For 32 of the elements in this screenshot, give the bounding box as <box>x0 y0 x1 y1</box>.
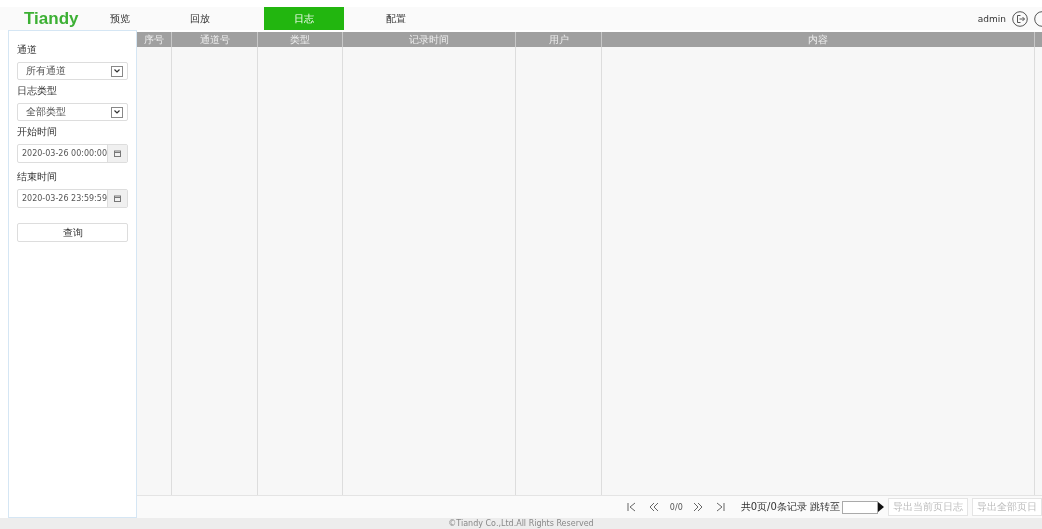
last-page-button[interactable] <box>714 501 727 513</box>
filter-label: 结束时间 <box>17 170 58 184</box>
query-button[interactable]: 查询 <box>17 223 128 242</box>
logout-icon[interactable] <box>1012 10 1028 27</box>
copyright-text: ©Tiandy Co.,Ltd.All Rights Reserved <box>448 519 594 528</box>
select-field[interactable]: 所有通道 <box>17 62 128 80</box>
calendar-icon <box>114 150 121 157</box>
filter-label: 通道 <box>17 43 38 57</box>
go-button[interactable] <box>878 502 884 512</box>
page-input[interactable] <box>842 500 878 514</box>
date-field[interactable]: 2020-03-26 00:00:00 <box>17 144 128 163</box>
nav-tab[interactable]: 回放 <box>184 7 264 30</box>
logo: Tiandy <box>24 7 80 30</box>
select-field[interactable]: 全部类型 <box>17 103 128 121</box>
caret-icon <box>111 106 123 118</box>
nav-tab[interactable]: 配置 <box>380 7 460 30</box>
first-icon <box>626 502 638 512</box>
first-page-button[interactable] <box>625 501 638 513</box>
next-icon <box>693 502 705 512</box>
filter-label: 开始时间 <box>17 125 58 139</box>
filter-label: 日志类型 <box>17 84 58 98</box>
page-indicator: 0/0 <box>669 502 683 512</box>
calendar-icon <box>114 195 121 202</box>
previous-icon <box>648 502 660 512</box>
previous-page-button[interactable] <box>647 501 660 513</box>
next-page-button[interactable] <box>692 501 705 513</box>
user-name: admin <box>977 13 1006 24</box>
caret-icon <box>111 65 123 77</box>
last-icon <box>715 502 727 512</box>
nav-tab[interactable]: 预览 <box>104 7 184 30</box>
record-summary: 共0页/0条记录 跳转至 <box>740 500 840 514</box>
date-field[interactable]: 2020-03-26 23:59:59 <box>17 189 128 208</box>
